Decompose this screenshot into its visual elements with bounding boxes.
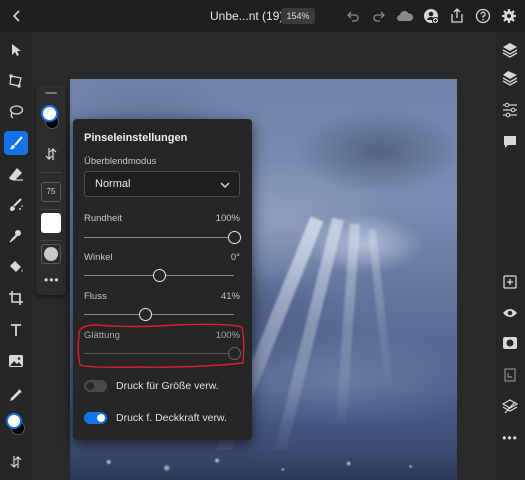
brush-settings-popover: Pinseleinstellungen Überblendmodus Norma… bbox=[73, 119, 252, 440]
adjustments-icon[interactable] bbox=[500, 100, 520, 120]
fill-icon[interactable] bbox=[4, 255, 28, 279]
brush-swap-icon[interactable] bbox=[45, 147, 57, 166]
flow-label: Fluss bbox=[84, 291, 107, 302]
add-layer-icon[interactable] bbox=[500, 272, 520, 292]
image-icon[interactable] bbox=[4, 349, 28, 373]
healing-icon[interactable] bbox=[4, 193, 28, 217]
mask-icon[interactable] bbox=[500, 333, 520, 353]
toggle-knob bbox=[97, 414, 105, 422]
undo-icon[interactable] bbox=[344, 7, 362, 25]
type-icon[interactable] bbox=[4, 318, 28, 342]
left-toolbar bbox=[0, 32, 32, 480]
more-options-icon[interactable]: ••• bbox=[44, 274, 60, 286]
swap-icon[interactable] bbox=[4, 450, 28, 474]
help-icon[interactable] bbox=[474, 7, 492, 25]
chevron-down-icon bbox=[219, 178, 231, 190]
back-icon[interactable] bbox=[8, 7, 26, 25]
angle-slider-thumb[interactable] bbox=[152, 269, 166, 282]
layer-stack-icon[interactable] bbox=[500, 68, 520, 88]
angle-value: 0° bbox=[230, 252, 240, 263]
brush-hardness-icon[interactable] bbox=[41, 244, 61, 264]
layers-icon[interactable] bbox=[500, 40, 520, 60]
clone-stamp-icon[interactable] bbox=[4, 224, 28, 248]
pressure-opacity-label: Druck f. Deckkraft verw. bbox=[116, 412, 227, 424]
brush-color-icon[interactable] bbox=[41, 105, 61, 133]
brush-opacity-swatch[interactable] bbox=[41, 213, 61, 233]
brush-icon[interactable] bbox=[4, 131, 28, 155]
more-icon[interactable]: ••• bbox=[500, 428, 520, 448]
settings-icon[interactable] bbox=[500, 7, 518, 25]
eyedropper-icon[interactable] bbox=[4, 383, 28, 407]
top-bar: Unbe...nt (19) 154% bbox=[0, 0, 525, 32]
move-icon[interactable] bbox=[4, 38, 28, 62]
layer-properties-icon[interactable] bbox=[500, 397, 520, 417]
share-icon[interactable] bbox=[448, 7, 466, 25]
roundness-label: Rundheit bbox=[84, 213, 123, 224]
transform-icon[interactable] bbox=[4, 69, 28, 93]
roundness-slider-thumb[interactable] bbox=[227, 231, 241, 244]
roundness-slider[interactable] bbox=[84, 237, 234, 238]
flow-slider-thumb[interactable] bbox=[139, 308, 152, 321]
brush-toolbar: 75 ••• bbox=[36, 85, 66, 295]
flow-slider[interactable] bbox=[84, 314, 234, 315]
clip-icon[interactable] bbox=[500, 365, 520, 385]
brush-size-field[interactable]: 75 bbox=[41, 182, 61, 202]
eraser-icon[interactable] bbox=[4, 162, 28, 186]
zoom-level[interactable]: 154% bbox=[281, 8, 315, 24]
add-user-icon[interactable] bbox=[422, 7, 440, 25]
right-toolbar: ••• bbox=[495, 32, 525, 480]
comment-icon[interactable] bbox=[500, 132, 520, 152]
roundness-value: 100% bbox=[215, 213, 240, 224]
blend-mode-value: Normal bbox=[95, 178, 131, 190]
toggle-knob bbox=[86, 382, 94, 390]
blend-mode-label: Überblendmodus bbox=[84, 156, 157, 167]
pressure-size-toggle[interactable] bbox=[84, 380, 107, 392]
drag-handle[interactable] bbox=[45, 92, 57, 94]
popover-title: Pinseleinstellungen bbox=[84, 132, 188, 144]
document-title[interactable]: Unbe...nt (19) bbox=[210, 9, 283, 23]
sea-foam bbox=[70, 450, 457, 480]
visibility-icon[interactable] bbox=[500, 303, 520, 323]
crop-icon[interactable] bbox=[4, 286, 28, 310]
blend-mode-select[interactable]: Normal bbox=[84, 171, 240, 197]
flow-value: 41% bbox=[220, 291, 240, 302]
color-swatch-icon[interactable] bbox=[6, 413, 26, 435]
redo-icon[interactable] bbox=[370, 7, 388, 25]
pressure-opacity-toggle[interactable] bbox=[84, 412, 107, 424]
lasso-icon[interactable] bbox=[4, 100, 28, 124]
angle-label: Winkel bbox=[84, 252, 113, 263]
pressure-size-label: Druck für Größe verw. bbox=[116, 380, 219, 392]
red-annotation-outline bbox=[76, 321, 246, 370]
cloud-icon[interactable] bbox=[396, 7, 414, 25]
